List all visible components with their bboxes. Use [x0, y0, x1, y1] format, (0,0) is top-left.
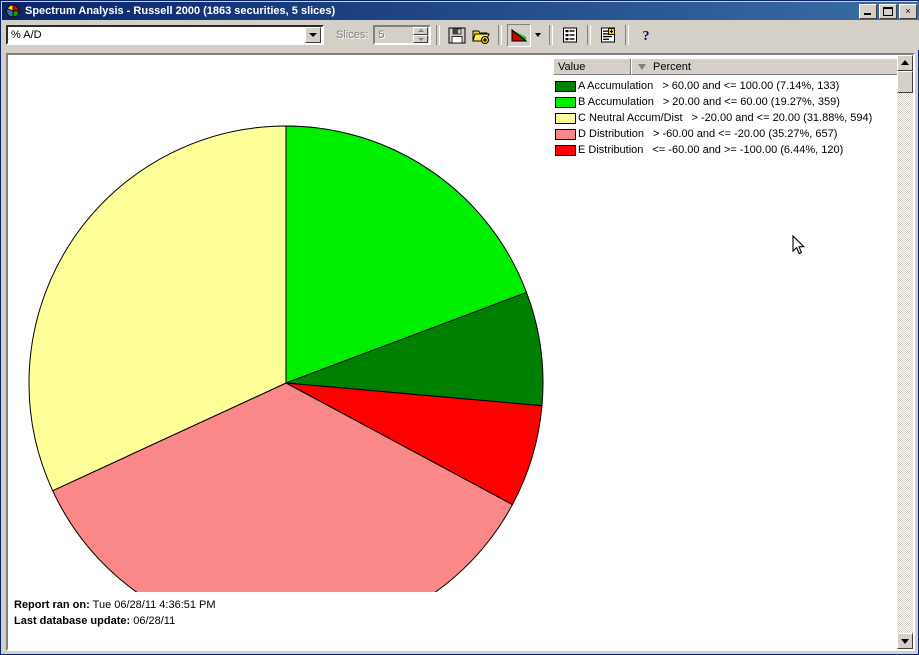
floppy-disk-icon: [448, 27, 466, 43]
pie-chart-icon: [5, 4, 21, 18]
chevron-up-icon: [901, 60, 909, 65]
open-folder-icon: [472, 30, 490, 44]
legend-item-label: B Accumulation: [578, 96, 654, 108]
pie-chart-icon: [511, 28, 528, 41]
legend-item-range: <= -60.00 and >= -100.00 (6.44%, 120): [652, 144, 844, 156]
legend-column-percent-label: Percent: [653, 60, 691, 73]
legend-item-range: > -60.00 and <= -20.00 (35.27%, 657): [653, 128, 838, 140]
window-controls: ×: [859, 3, 917, 19]
legend-column-percent[interactable]: Percent: [631, 58, 910, 75]
pie-chart: [25, 67, 545, 641]
toolbar-separator-4: [587, 25, 592, 45]
legend-color-swatch: [555, 144, 576, 156]
legend-item[interactable]: B Accumulation > 20.00 and <= 60.00 (19.2…: [553, 94, 910, 110]
legend-color-swatch: [555, 128, 576, 140]
slices-label: Slices:: [336, 29, 369, 41]
legend-item-range: > 20.00 and <= 60.00 (19.27%, 359): [662, 96, 840, 108]
legend-color-swatch: [555, 80, 576, 92]
toolbar-separator-3: [549, 25, 554, 45]
vertical-scrollbar[interactable]: [897, 55, 913, 649]
last-update-label: Last database update:: [14, 615, 131, 627]
slices-increment-button[interactable]: [413, 27, 429, 35]
legend-panel: Value Percent A Accumulation > 60.00 and …: [553, 58, 910, 158]
close-icon: ×: [905, 5, 911, 16]
toolbar-separator: [436, 25, 441, 45]
last-update-value: 06/28/11: [133, 615, 176, 627]
legend-column-value-label: Value: [558, 60, 586, 73]
title-bar: Spectrum Analysis - Russell 2000 (1863 s…: [2, 2, 919, 20]
slices-value: 5: [378, 29, 385, 41]
help-button[interactable]: ?: [634, 23, 659, 47]
legend-item-range: > -20.00 and <= 20.00 (31.88%, 594): [691, 112, 873, 124]
legend-header-row: Value Percent: [553, 58, 910, 75]
legend-color-swatch: [555, 112, 576, 124]
toolbar-separator-5: [625, 25, 630, 45]
slices-stepper[interactable]: 5: [373, 25, 432, 45]
scroll-down-button[interactable]: [897, 633, 913, 649]
field-selector-combo[interactable]: % A/D: [6, 25, 324, 45]
legend-item[interactable]: A Accumulation > 60.00 and <= 100.00 (7.1…: [553, 78, 910, 94]
report-content-area: Value Percent A Accumulation > 60.00 and …: [6, 53, 915, 651]
maximize-icon: [883, 6, 893, 16]
legend-item-label: C Neutral Accum/Dist: [578, 112, 683, 124]
pie-chart-view-button[interactable]: [507, 23, 532, 47]
legend-item-range: > 60.00 and <= 100.00 (7.14%, 133): [662, 80, 840, 92]
question-mark-icon: ?: [643, 29, 650, 43]
list-report-button[interactable]: [558, 23, 583, 47]
field-selector-value: % A/D: [11, 29, 42, 41]
svg-text:?: ?: [643, 29, 650, 43]
chart-type-dropdown[interactable]: [531, 23, 545, 47]
legend-items: A Accumulation > 60.00 and <= 100.00 (7.1…: [553, 75, 910, 158]
scroll-up-button[interactable]: [897, 55, 913, 71]
legend-item[interactable]: D Distribution > -60.00 and <= -20.00 (35…: [553, 126, 910, 142]
chevron-down-icon: [534, 33, 541, 37]
legend-item[interactable]: E Distribution <= -60.00 and >= -100.00 (…: [553, 142, 910, 158]
chevron-down-icon: [901, 639, 909, 644]
sort-descending-icon: [638, 63, 646, 70]
minimize-button[interactable]: [859, 3, 877, 19]
report-ran-label: Report ran on:: [14, 599, 90, 611]
legend-item-label: E Distribution: [578, 144, 644, 156]
pie-chart-svg[interactable]: [25, 67, 545, 641]
report-ran-line: Report ran on: Tue 06/28/11 4:36:51 PM: [14, 597, 216, 613]
window-title: Spectrum Analysis - Russell 2000 (1863 s…: [25, 5, 336, 17]
toolbar-separator-2: [498, 25, 503, 45]
list-report-icon: [563, 27, 578, 43]
chevron-down-icon[interactable]: [305, 27, 321, 43]
legend-column-value[interactable]: Value: [553, 58, 631, 75]
application-window: Spectrum Analysis - Russell 2000 (1863 s…: [0, 0, 919, 655]
legend-item-label: D Distribution: [578, 128, 645, 140]
new-report-button[interactable]: [596, 23, 621, 47]
open-button[interactable]: [469, 23, 494, 47]
toolbar: % A/D Slices: 5 ?: [2, 20, 919, 50]
legend-color-swatch: [555, 96, 576, 108]
save-button[interactable]: [445, 23, 470, 47]
last-update-line: Last database update: 06/28/11: [14, 613, 216, 629]
legend-item-label: A Accumulation: [578, 80, 654, 92]
report-footer: Report ran on: Tue 06/28/11 4:36:51 PM L…: [14, 597, 216, 629]
report-ran-value: Tue 06/28/11 4:36:51 PM: [92, 599, 216, 611]
scrollbar-track[interactable]: [897, 55, 913, 649]
minimize-icon: [864, 12, 871, 15]
legend-item[interactable]: C Neutral Accum/Dist > -20.00 and <= 20.0…: [553, 110, 910, 126]
slices-spin-buttons: [413, 27, 429, 43]
slices-decrement-button[interactable]: [413, 35, 429, 43]
scrollbar-thumb[interactable]: [897, 71, 913, 93]
report-plus-icon: [601, 27, 616, 43]
close-button[interactable]: ×: [899, 3, 917, 19]
maximize-button[interactable]: [879, 3, 897, 19]
